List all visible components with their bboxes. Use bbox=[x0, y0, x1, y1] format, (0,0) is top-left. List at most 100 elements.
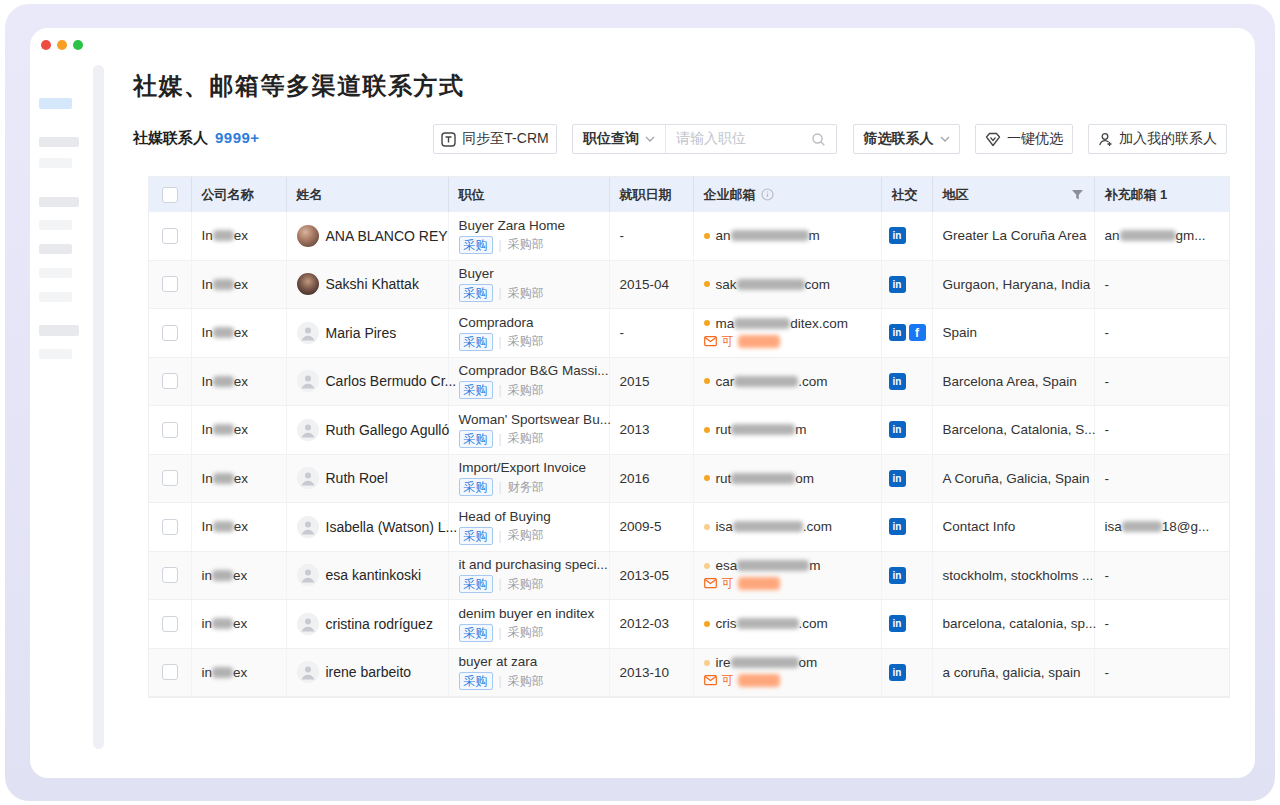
sidebar-divider bbox=[93, 65, 104, 749]
extra-email: - bbox=[1105, 277, 1220, 292]
contact-name[interactable]: irene barbeito bbox=[326, 664, 412, 680]
redacted-text bbox=[213, 473, 234, 484]
add-person-icon bbox=[1098, 132, 1113, 147]
contact-name[interactable]: Carlos Bermudo Cr... bbox=[326, 373, 457, 389]
redacted-text bbox=[738, 674, 780, 687]
row-checkbox[interactable] bbox=[162, 276, 178, 292]
header-position: 职位 bbox=[459, 186, 485, 204]
filter-icon[interactable] bbox=[1071, 189, 1084, 201]
extra-email: isa18@g... bbox=[1105, 519, 1220, 534]
extra-email: - bbox=[1105, 568, 1220, 583]
table-row[interactable]: InexRuth Gallego AgullóWoman' Sportswear… bbox=[149, 406, 1229, 455]
table-row[interactable]: inexcristina rodríguezdenim buyer en ind… bbox=[149, 600, 1229, 649]
info-icon[interactable] bbox=[761, 188, 774, 201]
extra-email: - bbox=[1105, 325, 1220, 340]
row-checkbox[interactable] bbox=[162, 373, 178, 389]
row-checkbox[interactable] bbox=[162, 616, 178, 632]
region: a coruña, galicia, spain bbox=[943, 665, 1084, 680]
linkedin-icon[interactable]: in bbox=[889, 276, 906, 293]
row-checkbox[interactable] bbox=[162, 325, 178, 341]
extra-email: - bbox=[1105, 374, 1220, 389]
linkedin-icon[interactable]: in bbox=[889, 470, 906, 487]
region: Barcelona Area, Spain bbox=[943, 374, 1084, 389]
minimize-window-dot[interactable] bbox=[57, 40, 67, 50]
linkedin-icon[interactable]: in bbox=[889, 664, 906, 681]
department-label: 财务部 bbox=[508, 479, 544, 496]
avatar bbox=[297, 225, 319, 247]
region: Spain bbox=[943, 325, 1084, 340]
linkedin-icon[interactable]: in bbox=[889, 615, 906, 632]
table-row[interactable]: InexIsabella (Watson) L...Head of Buying… bbox=[149, 503, 1229, 552]
avatar bbox=[297, 273, 319, 295]
row-checkbox[interactable] bbox=[162, 567, 178, 583]
close-window-dot[interactable] bbox=[41, 40, 51, 50]
contact-name[interactable]: Ruth Roel bbox=[326, 470, 388, 486]
email-status-dot bbox=[704, 427, 710, 433]
linkedin-icon[interactable]: in bbox=[889, 324, 906, 341]
contact-name[interactable]: Isabella (Watson) L... bbox=[326, 519, 458, 535]
sidebar-skeleton-item bbox=[39, 349, 72, 359]
avatar bbox=[297, 370, 319, 392]
email-status-dot bbox=[704, 621, 710, 627]
redacted-text bbox=[213, 327, 234, 338]
position-query-dropdown[interactable]: 职位查询 bbox=[573, 125, 666, 153]
linkedin-icon[interactable]: in bbox=[889, 518, 906, 535]
select-all-checkbox[interactable] bbox=[162, 187, 178, 203]
contact-name[interactable]: Ruth Gallego Agulló bbox=[326, 422, 450, 438]
row-checkbox[interactable] bbox=[162, 519, 178, 535]
start-date: - bbox=[620, 228, 683, 243]
facebook-icon[interactable]: f bbox=[909, 324, 926, 341]
company-name: inex bbox=[202, 665, 276, 680]
table-row[interactable]: InexMaria PiresCompradora采购|采购部-maditex.… bbox=[149, 309, 1229, 358]
extra-email: - bbox=[1105, 616, 1220, 631]
avatar bbox=[297, 564, 319, 586]
company-name: inex bbox=[202, 568, 276, 583]
sync-to-crm-button[interactable]: 同步至T-CRM bbox=[433, 124, 557, 154]
one-click-pick-button[interactable]: 一键优选 bbox=[975, 124, 1073, 154]
row-checkbox[interactable] bbox=[162, 470, 178, 486]
table-row[interactable]: inexesa kantinkoskiit and purchasing spe… bbox=[149, 551, 1229, 600]
tag-purchasing: 采购 bbox=[459, 478, 493, 496]
tag-purchasing: 采购 bbox=[459, 381, 493, 399]
table-row[interactable]: InexANA BLANCO REYBuyer Zara Home采购|采购部-… bbox=[149, 212, 1229, 260]
linkedin-icon[interactable]: in bbox=[889, 567, 906, 584]
email-status-dot bbox=[704, 233, 710, 239]
chevron-down-icon bbox=[645, 136, 655, 142]
position-search-input[interactable]: 请输入职位 bbox=[666, 130, 836, 148]
add-to-my-contacts-button[interactable]: 加入我的联系人 bbox=[1088, 124, 1227, 154]
table-row[interactable]: inexirene barbeitobuyer at zara采购|采购部201… bbox=[149, 648, 1229, 697]
start-date: 2013 bbox=[620, 422, 683, 437]
table-row[interactable]: InexRuth RoelImport/Export Invoice采购|财务部… bbox=[149, 454, 1229, 503]
table-row[interactable]: Inex Carlos Bermudo Cr...Comprador B&G Ma… bbox=[149, 357, 1229, 406]
sidebar-item-active[interactable] bbox=[39, 98, 72, 109]
company-name: Inex bbox=[202, 374, 276, 389]
filter-contacts-dropdown[interactable]: 筛选联系人 bbox=[853, 124, 960, 154]
company-name: Inex bbox=[202, 325, 276, 340]
contact-name[interactable]: ANA BLANCO REY bbox=[326, 228, 448, 244]
table-row[interactable]: InexSakshi KhattakBuyer采购|采购部2015-04sakc… bbox=[149, 260, 1229, 309]
linkedin-icon[interactable]: in bbox=[889, 227, 906, 244]
redacted-text bbox=[731, 424, 795, 435]
row-checkbox[interactable] bbox=[162, 422, 178, 438]
position-title: Comprador B&G Massi... bbox=[459, 363, 599, 378]
contact-name[interactable]: Maria Pires bbox=[326, 325, 397, 341]
contact-name[interactable]: Sakshi Khattak bbox=[326, 276, 419, 292]
linkedin-icon[interactable]: in bbox=[889, 421, 906, 438]
redacted-text bbox=[734, 376, 798, 387]
avatar bbox=[297, 613, 319, 635]
contact-name[interactable]: cristina rodríguez bbox=[326, 616, 433, 632]
company-email: maditex.com bbox=[704, 316, 871, 331]
contact-name[interactable]: esa kantinkoski bbox=[326, 567, 422, 583]
start-date: 2016 bbox=[620, 471, 683, 486]
redacted-text bbox=[737, 618, 799, 629]
position-title: Buyer bbox=[459, 266, 599, 281]
company-email: anm bbox=[704, 228, 871, 243]
row-checkbox[interactable] bbox=[162, 228, 178, 244]
redacted-text bbox=[213, 230, 234, 241]
deliverable-badge: 可 bbox=[704, 333, 871, 350]
linkedin-icon[interactable]: in bbox=[889, 373, 906, 390]
maximize-window-dot[interactable] bbox=[73, 40, 83, 50]
company-name: Inex bbox=[202, 471, 276, 486]
row-checkbox[interactable] bbox=[162, 664, 178, 680]
redacted-text bbox=[1122, 521, 1162, 532]
